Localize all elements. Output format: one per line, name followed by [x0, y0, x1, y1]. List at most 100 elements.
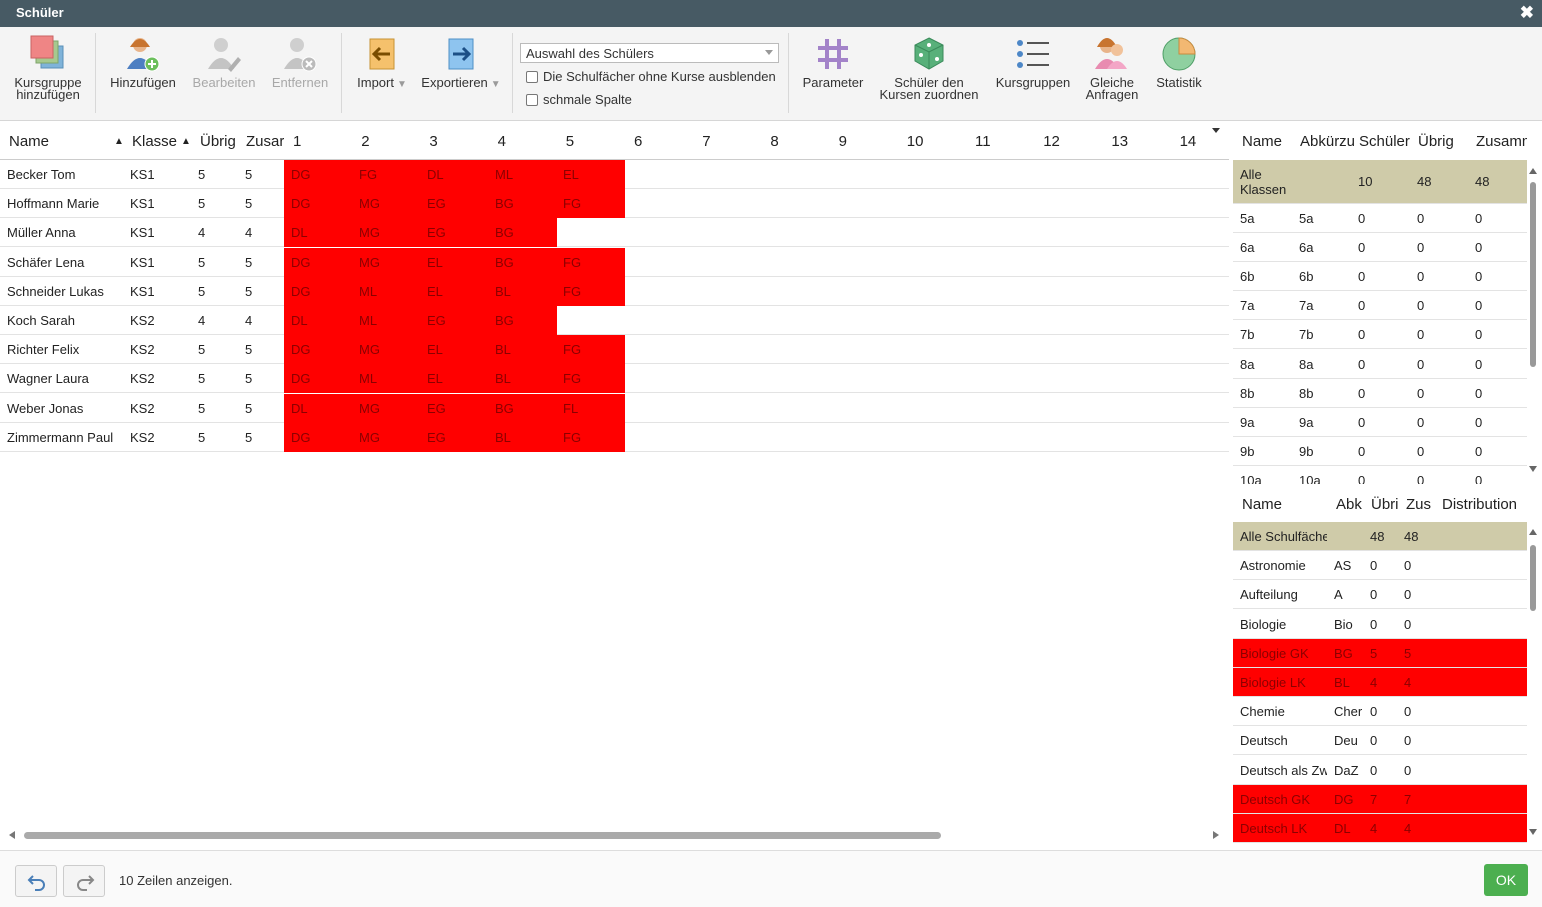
course-cell[interactable]: BG: [495, 225, 514, 240]
column-header-class[interactable]: Klasse: [132, 133, 177, 150]
scroll-left-icon[interactable]: [9, 831, 15, 839]
ok-button[interactable]: OK: [1484, 864, 1528, 896]
course-cell[interactable]: DG: [291, 196, 311, 211]
course-cell[interactable]: FG: [563, 284, 581, 299]
table-row[interactable]: Becker Tom KS1 5 5 DG FG DL ML EL: [0, 160, 1229, 189]
table-row[interactable]: 6a 6a 0 0 0: [1233, 233, 1527, 263]
import-button[interactable]: Import ▼: [352, 35, 412, 91]
remove-student-button[interactable]: Entfernen: [266, 35, 334, 89]
parameter-button[interactable]: Parameter: [798, 35, 868, 89]
table-row[interactable]: 7b 7b 0 0 0: [1233, 320, 1527, 350]
table-row[interactable]: 5a 5a 0 0 0: [1233, 204, 1527, 234]
table-row[interactable]: 9a 9a 0 0 0: [1233, 407, 1527, 437]
column-menu-icon[interactable]: [1212, 128, 1220, 133]
scroll-down-icon[interactable]: [1529, 829, 1537, 835]
statistics-button[interactable]: Statistik: [1148, 35, 1210, 89]
course-cell[interactable]: EL: [563, 167, 579, 182]
course-cell[interactable]: BL: [495, 342, 511, 357]
column-header-slot[interactable]: 5: [566, 133, 574, 150]
course-cell[interactable]: DL: [291, 401, 308, 416]
table-row[interactable]: 9b 9b 0 0 0: [1233, 436, 1527, 466]
column-header-slot[interactable]: 10: [907, 133, 924, 150]
course-cell[interactable]: FG: [563, 255, 581, 270]
column-header-abbreviation[interactable]: Abk: [1336, 496, 1368, 513]
course-cell[interactable]: FG: [563, 342, 581, 357]
table-row[interactable]: Aufteilung A 0 0: [1233, 580, 1527, 610]
course-cell[interactable]: DG: [291, 371, 311, 386]
scroll-up-icon[interactable]: [1529, 529, 1537, 535]
checkbox-icon[interactable]: [526, 94, 538, 106]
column-header-slot[interactable]: 9: [839, 133, 847, 150]
course-cell[interactable]: EL: [427, 371, 443, 386]
course-cell[interactable]: FG: [563, 196, 581, 211]
scrollbar-thumb[interactable]: [1530, 545, 1536, 611]
column-header-name[interactable]: Name: [9, 133, 49, 150]
table-row[interactable]: Wagner Laura KS2 5 5 DG ML EL BL FG: [0, 364, 1229, 394]
table-row[interactable]: 8b 8b 0 0 0: [1233, 378, 1527, 408]
course-cell[interactable]: EL: [427, 284, 443, 299]
table-row[interactable]: Chemie Cher 0 0: [1233, 697, 1527, 727]
classes-vertical-scrollbar[interactable]: [1528, 168, 1538, 473]
table-row[interactable]: Richter Felix KS2 5 5 DG MG EL BL FG: [0, 335, 1229, 365]
scroll-up-icon[interactable]: [1529, 168, 1537, 174]
course-cell[interactable]: DG: [291, 342, 311, 357]
course-cell[interactable]: EL: [427, 255, 443, 270]
table-row[interactable]: 10a 10a 0 0 0: [1233, 465, 1527, 484]
column-header-abbreviation[interactable]: Abkürzu: [1300, 133, 1358, 150]
table-row[interactable]: 8a 8a 0 0 0: [1233, 349, 1527, 379]
column-header-slot[interactable]: 6: [634, 133, 642, 150]
add-course-group-button[interactable]: Kursgruppe hinzufügen: [10, 35, 86, 101]
course-cell[interactable]: MG: [359, 430, 380, 445]
column-header-slot[interactable]: 7: [702, 133, 710, 150]
course-cell[interactable]: BL: [495, 430, 511, 445]
column-header-remaining[interactable]: Übri: [1371, 496, 1401, 513]
horizontal-scrollbar[interactable]: [0, 829, 1229, 843]
course-cell[interactable]: BL: [495, 284, 511, 299]
table-row[interactable]: Deutsch LK DL 4 4: [1233, 814, 1527, 843]
column-header-slot[interactable]: 14: [1180, 133, 1197, 150]
course-cell[interactable]: DG: [291, 284, 311, 299]
table-row[interactable]: Schäfer Lena KS1 5 5 DG MG EL BG FG: [0, 247, 1229, 277]
course-groups-button[interactable]: Kursgruppen: [992, 35, 1074, 89]
table-row[interactable]: Zimmermann Paul KS2 5 5 DG MG EG BL FG: [0, 422, 1229, 452]
table-row[interactable]: Biologie Bio 0 0: [1233, 609, 1527, 639]
add-student-button[interactable]: Hinzufügen: [106, 35, 180, 89]
column-header-slot[interactable]: 11: [975, 133, 991, 150]
column-header-slot[interactable]: 13: [1111, 133, 1128, 150]
scroll-down-icon[interactable]: [1529, 466, 1537, 472]
course-cell[interactable]: EL: [427, 342, 443, 357]
scroll-right-icon[interactable]: [1213, 831, 1219, 839]
column-header-slot[interactable]: 4: [498, 133, 506, 150]
course-cell[interactable]: BG: [495, 401, 514, 416]
course-cell[interactable]: DG: [291, 167, 311, 182]
course-cell[interactable]: MG: [359, 255, 380, 270]
scrollbar-thumb[interactable]: [24, 832, 941, 839]
sort-asc-icon[interactable]: ▲: [181, 136, 191, 147]
course-cell[interactable]: MG: [359, 225, 380, 240]
course-cell[interactable]: EG: [427, 313, 446, 328]
table-row[interactable]: Weber Jonas KS2 5 5 DL MG EG BG FL: [0, 393, 1229, 423]
table-row[interactable]: Deutsch GK DG 7 7: [1233, 784, 1527, 814]
column-header-name[interactable]: Name: [1242, 496, 1282, 513]
course-cell[interactable]: EG: [427, 225, 446, 240]
table-row[interactable]: Biologie LK BL 4 4: [1233, 668, 1527, 697]
assign-students-button[interactable]: Schüler den Kursen zuordnen: [874, 35, 984, 101]
table-row[interactable]: Schneider Lukas KS1 5 5 DG ML EL BL FG: [0, 276, 1229, 306]
student-select[interactable]: Auswahl des Schülers: [520, 43, 779, 63]
table-row[interactable]: Deutsch als Zweitsprache DaZ 0 0: [1233, 755, 1527, 785]
same-requests-button[interactable]: Gleiche Anfragen: [1080, 35, 1144, 101]
close-icon[interactable]: ✖: [1520, 3, 1534, 23]
course-cell[interactable]: FG: [563, 371, 581, 386]
course-cell[interactable]: BG: [495, 255, 514, 270]
course-cell[interactable]: EG: [427, 196, 446, 211]
course-cell[interactable]: EG: [427, 401, 446, 416]
column-header-slot[interactable]: 1: [293, 133, 301, 150]
redo-button[interactable]: [63, 865, 105, 897]
course-cell[interactable]: ML: [359, 284, 377, 299]
column-header-slot[interactable]: 3: [429, 133, 437, 150]
course-cell[interactable]: DG: [291, 255, 311, 270]
table-row[interactable]: Alle Klassen 10 48 48: [1233, 160, 1527, 204]
course-cell[interactable]: DL: [291, 313, 308, 328]
course-cell[interactable]: MG: [359, 342, 380, 357]
course-cell[interactable]: ML: [495, 167, 513, 182]
